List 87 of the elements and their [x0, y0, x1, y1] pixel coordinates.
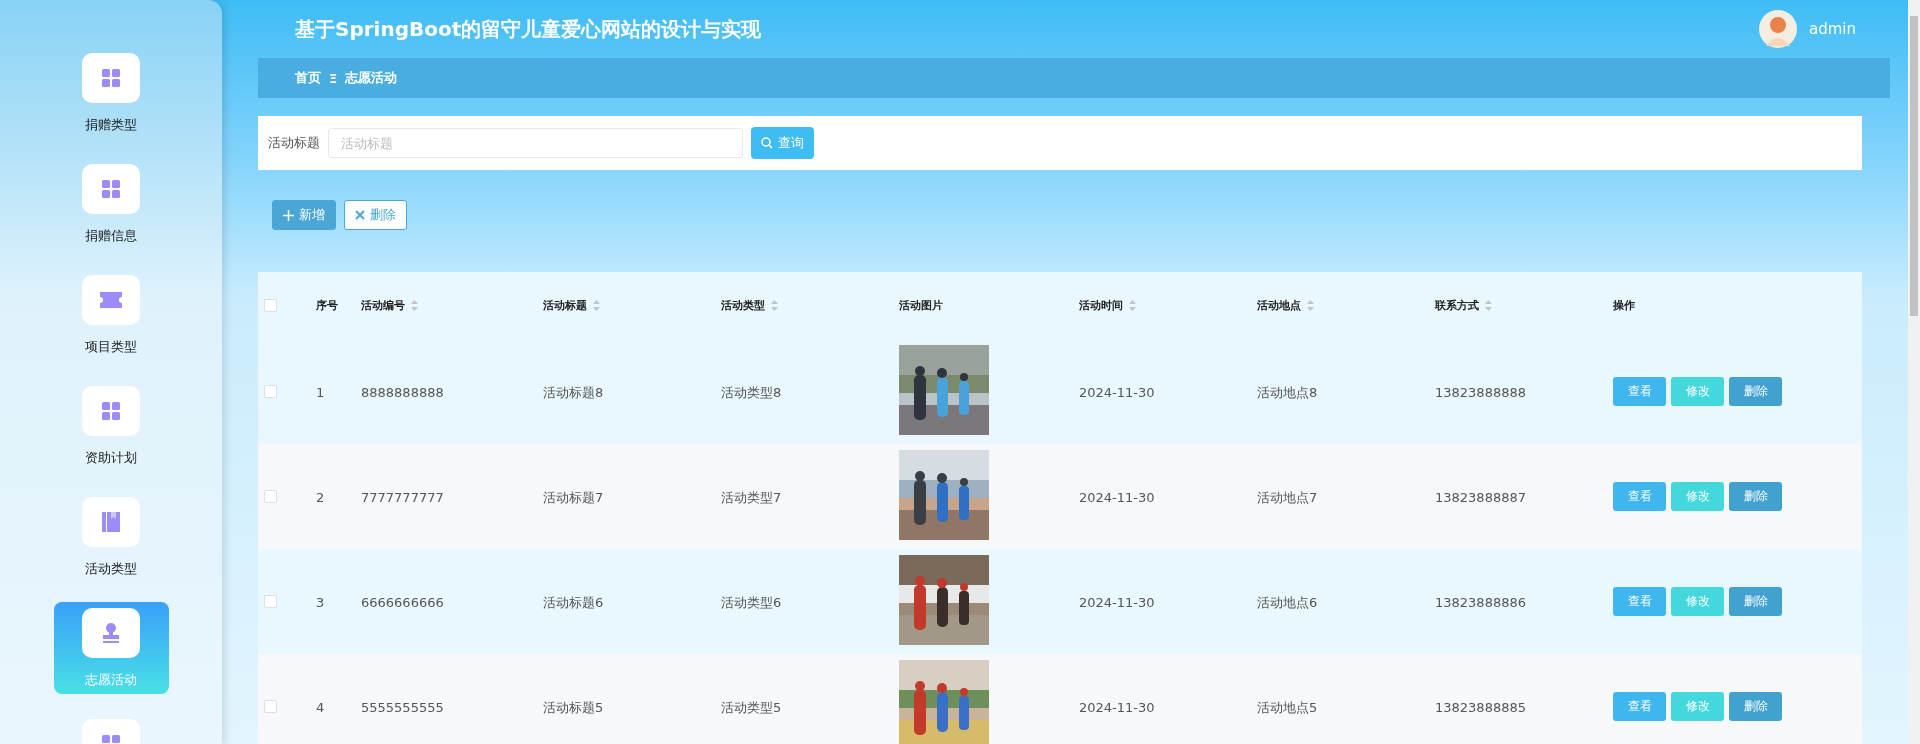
grid-icon — [102, 180, 120, 198]
delete-button[interactable]: 删除 — [1729, 587, 1782, 616]
search-label: 活动标题 — [268, 134, 320, 152]
table-cell: 活动类型8 — [721, 384, 782, 400]
table-cell: 2024-11-30 — [1079, 385, 1155, 400]
sidebar-item[interactable]: 项目类型 — [53, 269, 169, 361]
edit-button[interactable]: 修改 — [1671, 587, 1724, 616]
table-cell: 4 — [316, 700, 325, 715]
scrollbar[interactable] — [1908, 0, 1920, 744]
table-cell: 5555555555 — [361, 700, 444, 715]
checkbox[interactable] — [264, 595, 277, 608]
ticket-icon — [100, 292, 122, 308]
table-cell: 13823888886 — [1435, 595, 1526, 610]
sidebar-item[interactable]: 捐赠信息 — [53, 158, 169, 250]
table-cell: 6666666666 — [361, 595, 444, 610]
search-field[interactable]: 活动标题 — [328, 128, 743, 158]
table-cell: 2024-11-30 — [1079, 595, 1155, 610]
checkbox[interactable] — [264, 385, 277, 398]
checkbox[interactable] — [264, 299, 277, 312]
table-cell: 2024-11-30 — [1079, 700, 1155, 715]
sort-icon[interactable] — [593, 300, 600, 311]
table-cell: 13823888885 — [1435, 700, 1526, 715]
edit-button[interactable]: 修改 — [1671, 377, 1724, 406]
table-cell: 活动类型6 — [721, 594, 782, 610]
table-cell: 活动标题6 — [543, 594, 604, 610]
avatar[interactable] — [1759, 10, 1797, 48]
delete-button[interactable]: 删除 — [1729, 377, 1782, 406]
search-button[interactable]: 查询 — [751, 127, 814, 159]
table-cell: 活动地点8 — [1257, 384, 1318, 400]
checkbox[interactable] — [264, 700, 277, 713]
table-cell: 1 — [316, 385, 325, 400]
column-header: 序号 — [316, 298, 338, 313]
table-cell: 7777777777 — [361, 490, 444, 505]
book-icon — [102, 512, 120, 532]
breadcrumb-item[interactable]: 首页 — [295, 69, 321, 87]
table-cell: 活动类型5 — [721, 699, 782, 715]
table-cell: 活动标题5 — [543, 699, 604, 715]
add-button[interactable]: 新增 — [272, 200, 336, 230]
checkbox[interactable] — [264, 490, 277, 503]
table-cell: 活动地点7 — [1257, 489, 1318, 505]
table-cell: 活动类型7 — [721, 489, 782, 505]
table-cell: 活动地点6 — [1257, 594, 1318, 610]
delete-button[interactable]: 删除 — [1729, 692, 1782, 721]
table-cell: 活动标题7 — [543, 489, 604, 505]
table-cell: 2 — [316, 490, 325, 505]
table-cell: 2024-11-30 — [1079, 490, 1155, 505]
search-icon — [761, 137, 773, 149]
column-header: 活动图片 — [899, 298, 943, 313]
column-header: 活动时间 — [1079, 298, 1123, 313]
grid-icon — [102, 402, 120, 420]
column-header: 活动类型 — [721, 298, 765, 313]
sort-icon[interactable] — [411, 300, 418, 311]
sort-icon[interactable] — [1307, 300, 1314, 311]
table-cell: 3 — [316, 595, 325, 610]
sort-icon[interactable] — [1129, 300, 1136, 311]
view-button[interactable]: 查看 — [1613, 587, 1666, 616]
sidebar-item[interactable]: 志愿活动 — [53, 602, 169, 694]
view-button[interactable]: 查看 — [1613, 377, 1666, 406]
table-cell: 13823888888 — [1435, 385, 1526, 400]
column-header: 联系方式 — [1435, 298, 1479, 313]
sort-icon[interactable] — [771, 300, 778, 311]
view-button[interactable]: 查看 — [1613, 692, 1666, 721]
delete-button[interactable]: 删除 — [344, 200, 407, 230]
sidebar-item[interactable]: 捐赠类型 — [53, 47, 169, 139]
grid-icon — [102, 69, 120, 87]
username[interactable]: admin — [1809, 20, 1856, 38]
sidebar-item[interactable]: 资助计划 — [53, 380, 169, 472]
table-cell: 活动地点5 — [1257, 699, 1318, 715]
column-header: 活动地点 — [1257, 298, 1301, 313]
sort-icon[interactable] — [1485, 300, 1492, 311]
column-header: 操作 — [1613, 298, 1635, 313]
column-header: 活动标题 — [543, 298, 587, 313]
table-cell: 8888888888 — [361, 385, 444, 400]
stamp-icon — [101, 623, 121, 643]
column-header: 活动编号 — [361, 298, 405, 313]
plus-icon — [283, 209, 294, 221]
breadcrumb-separator: Ξ — [329, 70, 338, 86]
edit-button[interactable]: 修改 — [1671, 482, 1724, 511]
edit-button[interactable]: 修改 — [1671, 692, 1724, 721]
table-cell: 活动标题8 — [543, 384, 604, 400]
view-button[interactable]: 查看 — [1613, 482, 1666, 511]
sidebar-item[interactable]: 活动类型 — [53, 491, 169, 583]
breadcrumb-item[interactable]: 志愿活动 — [345, 69, 398, 87]
close-icon — [355, 210, 365, 220]
app-title: 基于SpringBoot的留守儿童爱心网站的设计与实现 — [295, 15, 762, 43]
table-cell: 13823888887 — [1435, 490, 1526, 505]
delete-button[interactable]: 删除 — [1729, 482, 1782, 511]
